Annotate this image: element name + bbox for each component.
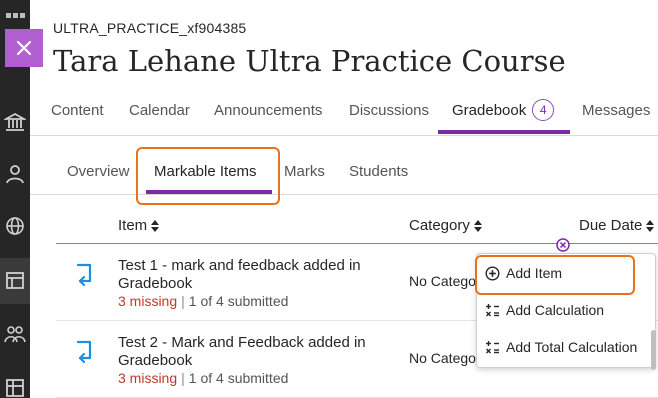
test-icon [76, 263, 92, 287]
item-category: No Category [409, 273, 479, 289]
sort-icon [646, 220, 655, 233]
person-icon[interactable] [3, 162, 27, 186]
tab-messages[interactable]: Messages [582, 102, 650, 119]
missing-count[interactable]: 3 missing [118, 370, 177, 386]
menu-item-add-total-calculation-label: Add Total Calculation [506, 339, 638, 355]
tab-discussions[interactable]: Discussions [349, 102, 429, 119]
item-status: 3 missing | 1 of 4 submitted [118, 293, 288, 309]
submitted-count: 1 of 4 submitted [188, 293, 289, 309]
course-id: ULTRA_PRACTICE_xf904385 [53, 20, 247, 36]
column-header-category-label: Category [409, 217, 470, 234]
close-icon [16, 40, 32, 56]
submitted-count: 1 of 4 submitted [188, 370, 289, 386]
item-title[interactable]: Test 2 - Mark and Feedback added in Grad… [118, 334, 398, 370]
column-header-category[interactable]: Category [409, 217, 482, 234]
grades-icon[interactable] [3, 376, 27, 398]
status-separator: | [181, 370, 185, 386]
institution-icon[interactable] [3, 110, 27, 134]
gradebook-page: ULTRA_PRACTICE_xf904385 Tara Lehane Ultr… [0, 0, 658, 398]
subtab-students[interactable]: Students [349, 163, 408, 180]
sort-icon [151, 220, 160, 233]
total-calculation-icon [486, 340, 499, 353]
status-separator: | [181, 293, 185, 309]
course-tabs: Content Calendar Announcements Discussio… [30, 88, 658, 136]
subtab-marks[interactable]: Marks [284, 163, 325, 180]
markable-items-highlight [136, 147, 280, 205]
scrollbar[interactable] [651, 330, 656, 370]
gradebook-subtabs: Overview Markable Items Marks Students [30, 150, 658, 195]
calculation-icon [486, 303, 499, 316]
tab-calendar[interactable]: Calendar [129, 102, 190, 119]
tab-gradebook-label: Gradebook [452, 101, 527, 119]
missing-count[interactable]: 3 missing [118, 293, 177, 309]
test-icon [76, 340, 92, 364]
column-header-due-date-label: Due Date [579, 217, 643, 234]
column-header-due-date[interactable]: Due Date [579, 217, 655, 234]
subtab-overview[interactable]: Overview [67, 163, 130, 180]
tab-content[interactable]: Content [51, 102, 104, 119]
sort-icon [473, 220, 482, 233]
groups-icon[interactable] [3, 322, 27, 346]
item-category: No Category [409, 350, 479, 366]
column-header-item[interactable]: Item [118, 217, 160, 234]
item-title[interactable]: Test 1 - mark and feedback added in Grad… [118, 257, 398, 293]
menu-item-add-calculation[interactable]: Add Calculation [485, 296, 604, 324]
menu-item-add-calculation-label: Add Calculation [506, 302, 605, 318]
menu-item-add-total-calculation[interactable]: Add Total Calculation [485, 333, 637, 361]
tab-announcements[interactable]: Announcements [214, 102, 322, 119]
gradebook-count-badge: 4 [532, 99, 555, 121]
page-title: Tara Lehane Ultra Practice Course [53, 44, 566, 78]
close-button[interactable] [5, 29, 43, 67]
active-tab-indicator [438, 130, 570, 134]
tab-gradebook[interactable]: Gradebook 4 [452, 99, 555, 122]
item-status: 3 missing | 1 of 4 submitted [118, 370, 288, 386]
globe-icon[interactable] [3, 214, 27, 238]
add-item-highlight [475, 255, 635, 295]
calendar-icon[interactable] [3, 268, 27, 292]
column-header-item-label: Item [118, 217, 148, 234]
